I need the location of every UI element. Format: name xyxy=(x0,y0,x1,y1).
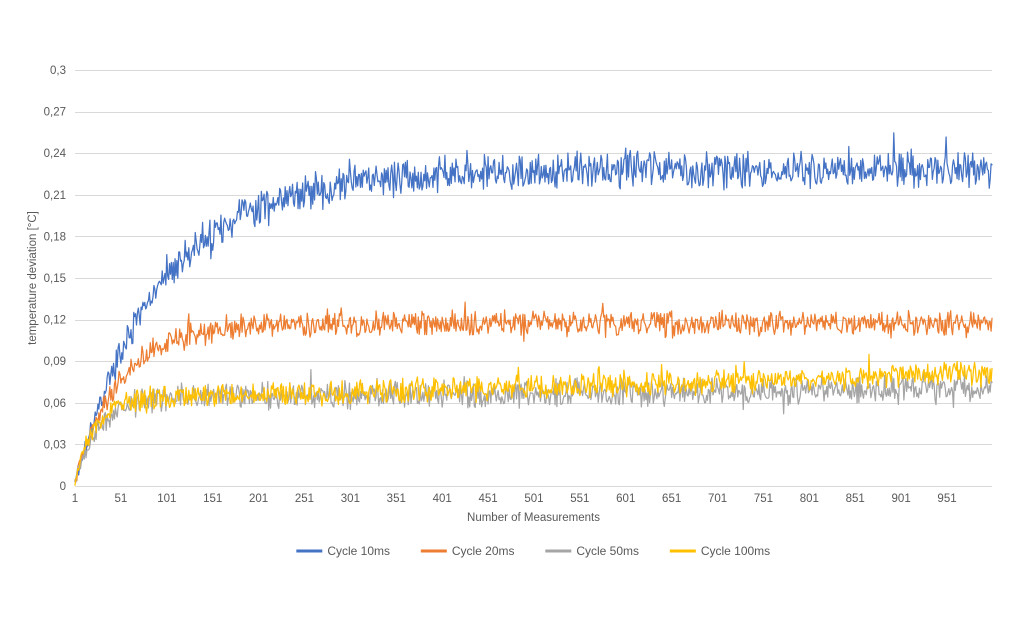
chart-container: 0 0,03 0,06 0,09 0,12 0,15 0,18 0,21 0,24 0,27 0,3… xyxy=(0,0,1024,620)
x-axis-tick-labels: 1 51 101 151 201 251 301 351 401 451 501 551 601 651 7… xyxy=(72,493,957,505)
x-axis-tick-label: 851 xyxy=(846,493,865,505)
x-axis-title: Number of Measurements xyxy=(467,512,600,524)
y-axis-tick-label: 0,24 xyxy=(44,148,67,160)
line-chart: 0 0,03 0,06 0,09 0,12 0,15 0,18 0,21 0,24 0,27 0,3… xyxy=(27,65,993,558)
x-axis-tick-label: 101 xyxy=(157,493,176,505)
y-axis-tick-label: 0,3 xyxy=(50,65,66,77)
legend-item-label[interactable]: Cycle 100ms xyxy=(701,544,770,558)
x-axis-tick-label: 901 xyxy=(892,493,911,505)
y-axis-tick-label: 0,27 xyxy=(44,107,66,119)
x-axis-tick-label: 301 xyxy=(341,493,360,505)
x-axis-tick-label: 51 xyxy=(114,493,127,505)
series-line xyxy=(74,368,993,483)
legend-item-label[interactable]: Cycle 10ms xyxy=(327,544,390,558)
y-axis-tick-label: 0 xyxy=(60,481,66,493)
x-axis-tick-label: 951 xyxy=(937,493,956,505)
x-axis-tick-label: 701 xyxy=(708,493,727,505)
x-axis-tick-label: 601 xyxy=(616,493,635,505)
y-axis-tick-label: 0,21 xyxy=(44,190,66,202)
y-axis-tick-label: 0,09 xyxy=(44,356,66,368)
x-axis-tick-label: 651 xyxy=(662,493,681,505)
series-line xyxy=(74,353,993,486)
series-line xyxy=(74,132,993,482)
y-axis-tick-label: 0,03 xyxy=(44,439,66,451)
legend-item-label[interactable]: Cycle 50ms xyxy=(576,544,639,558)
x-axis-tick-label: 251 xyxy=(295,493,314,505)
x-axis-tick-label: 351 xyxy=(387,493,406,505)
data-series-group xyxy=(74,132,993,486)
x-axis-tick-label: 401 xyxy=(433,493,452,505)
y-axis-tick-label: 0,18 xyxy=(44,231,66,243)
x-axis-tick-label: 451 xyxy=(478,493,497,505)
x-axis-tick-label: 201 xyxy=(249,493,268,505)
chart-legend: Cycle 10ms Cycle 20ms Cycle 50ms Cycle 100m… xyxy=(296,544,770,558)
x-axis-tick-label: 801 xyxy=(800,493,819,505)
y-axis-tick-label: 0,06 xyxy=(44,398,66,410)
y-axis-tick-label: 0,15 xyxy=(44,273,66,285)
y-axis-tick-label: 0,12 xyxy=(44,315,66,327)
x-axis-tick-label: 501 xyxy=(524,493,543,505)
x-axis-tick-label: 751 xyxy=(754,493,773,505)
y-axis-title: temperature deviation [°C] xyxy=(27,211,39,345)
legend-item-label[interactable]: Cycle 20ms xyxy=(452,544,515,558)
x-axis-tick-label: 151 xyxy=(203,493,222,505)
x-axis-tick-label: 1 xyxy=(72,493,78,505)
x-axis-tick-label: 551 xyxy=(570,493,589,505)
gridlines-group xyxy=(75,70,992,487)
y-axis-tick-labels: 0 0,03 0,06 0,09 0,12 0,15 0,18 0,21 0,24 0,27 0,3 xyxy=(44,65,67,493)
